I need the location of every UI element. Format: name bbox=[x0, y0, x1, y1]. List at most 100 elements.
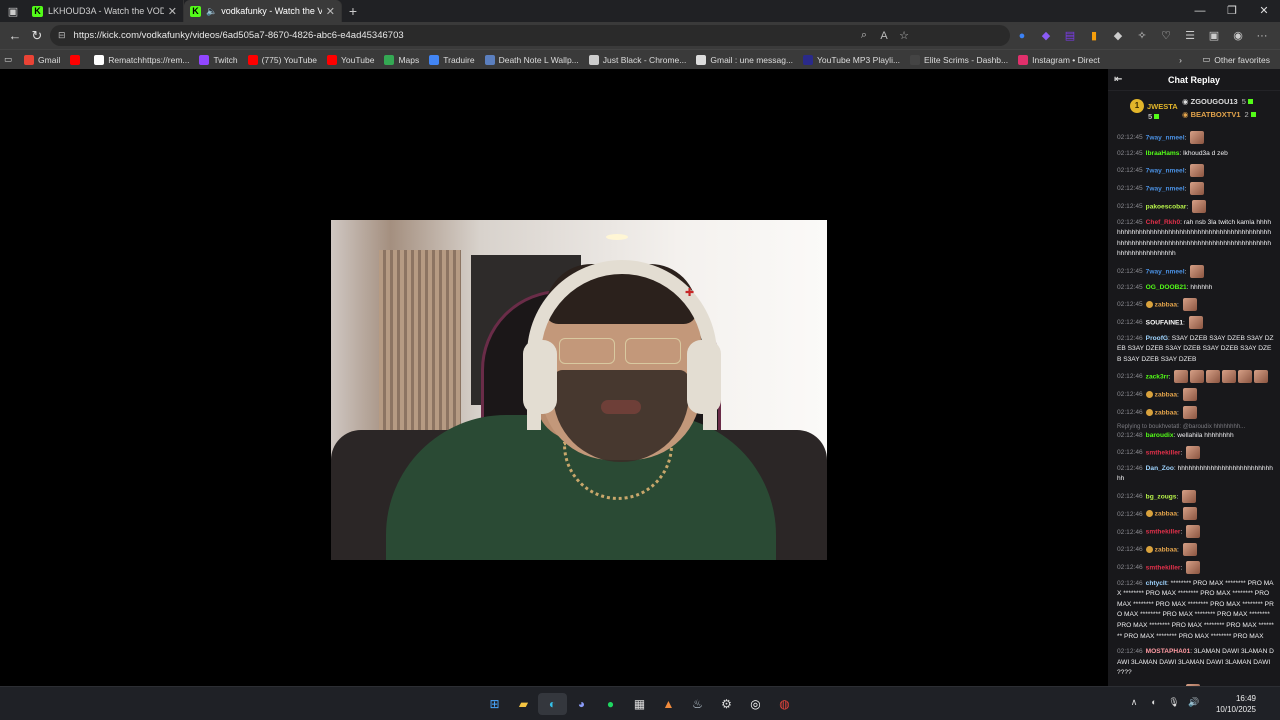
chat-username[interactable]: 7way_nmeel bbox=[1146, 185, 1185, 192]
close-window-icon[interactable]: ✕ bbox=[1248, 0, 1280, 22]
chat-username[interactable]: Dan_Zoo bbox=[1146, 465, 1174, 472]
bookmarks-menu-icon[interactable]: ▭ bbox=[4, 54, 12, 65]
edge-icon[interactable]: ◐ bbox=[538, 693, 567, 715]
favorites-icon[interactable]: ☰ bbox=[1178, 29, 1202, 42]
tray-app-icon[interactable]: ◐ bbox=[1144, 697, 1164, 708]
chat-username[interactable]: zabbaa bbox=[1155, 546, 1177, 553]
chat-username[interactable]: 7way_nmeel bbox=[1146, 167, 1185, 174]
extension-bar-icon[interactable]: ▤ bbox=[1058, 29, 1082, 42]
bookmark-item[interactable]: Instagram • Direct bbox=[1018, 54, 1100, 65]
chat-username[interactable]: baroudix bbox=[1146, 432, 1174, 439]
bookmark-item[interactable]: (775) YouTube bbox=[247, 54, 317, 65]
chat-message-list[interactable]: 02:12:45 7way_nmeel: 02:12:45 IbraaHams: l… bbox=[1108, 131, 1280, 686]
bookmark-item[interactable]: Gmail : une messag... bbox=[696, 54, 793, 65]
start-icon[interactable]: ⊞ bbox=[480, 693, 509, 715]
bookmarks-bar: ▭ Gmail Rematchhttps://rem... Twitch (775) … bbox=[0, 49, 1280, 69]
gifter-2[interactable]: ◉ ZGOUGOU13 5 bbox=[1182, 97, 1253, 106]
close-tab-icon[interactable]: ✕ bbox=[326, 5, 335, 18]
restore-icon[interactable]: ❐ bbox=[1216, 0, 1248, 22]
chat-username[interactable]: zabbaa bbox=[1155, 301, 1177, 308]
other-favorites-folder[interactable]: ▭ Other favorites bbox=[1202, 54, 1270, 65]
chat-username[interactable]: OG_DOOB21 bbox=[1146, 284, 1187, 291]
bookmark-item[interactable]: YouTube MP3 Playli... bbox=[803, 54, 900, 65]
chat-username[interactable]: smthekiller bbox=[1146, 564, 1181, 571]
chat-username[interactable]: bg_zougs bbox=[1146, 493, 1177, 500]
chevron-right-icon[interactable]: › bbox=[1179, 55, 1182, 65]
file-explorer-icon[interactable]: ▰ bbox=[509, 693, 538, 715]
chat-username[interactable]: zabbaa bbox=[1155, 511, 1177, 518]
chat-username[interactable]: SOUFAINE1 bbox=[1146, 319, 1183, 326]
clock[interactable]: 16:49 10/10/2025 bbox=[1216, 693, 1256, 715]
extensions-puzzle-icon[interactable]: ✧ bbox=[1130, 29, 1154, 42]
extension-orange-icon[interactable]: ▮ bbox=[1082, 29, 1106, 42]
video-player[interactable]: ✚ bbox=[0, 69, 1108, 686]
chat-username[interactable]: pakoescobar bbox=[1146, 203, 1187, 210]
extension-shield-icon[interactable]: ● bbox=[1010, 30, 1034, 42]
emote-icon bbox=[1186, 560, 1201, 574]
close-tab-icon[interactable]: ✕ bbox=[168, 5, 177, 18]
new-tab-button[interactable]: + bbox=[342, 3, 364, 19]
chat-username[interactable]: 7way_nmeel bbox=[1146, 268, 1185, 275]
bookmark-item[interactable]: Traduire bbox=[429, 54, 475, 65]
app-orange-icon[interactable]: ▲ bbox=[654, 693, 683, 715]
emote-icon bbox=[1186, 525, 1201, 539]
steam-icon[interactable]: ♨ bbox=[683, 693, 712, 715]
tab-vodkafunky[interactable]: K 🔈 vodkafunky - Watch the VOD ✕ bbox=[184, 0, 342, 22]
chat-username[interactable]: chtyclt bbox=[1146, 580, 1167, 587]
favorite-star-icon[interactable]: ☆ bbox=[894, 29, 914, 42]
more-menu-icon[interactable]: ··· bbox=[1250, 30, 1274, 42]
spotify-icon[interactable]: ● bbox=[596, 693, 625, 715]
url-text: https://kick.com/vodkafunky/videos/6ad50… bbox=[73, 30, 404, 41]
address-bar[interactable]: ⊟ https://kick.com/vodkafunky/videos/6ad… bbox=[50, 25, 1010, 46]
discord-icon[interactable]: ◕ bbox=[567, 693, 596, 715]
bookmark-item[interactable]: Death Note L Wallp... bbox=[484, 54, 579, 65]
chat-username[interactable]: 7way_nmeel bbox=[1146, 134, 1185, 141]
chrome-icon[interactable]: ◍ bbox=[770, 693, 799, 715]
gifter-1[interactable]: 1 JWESTA bbox=[1130, 99, 1178, 113]
minimize-icon[interactable]: — bbox=[1184, 0, 1216, 22]
collections-icon[interactable]: ▣ bbox=[1202, 29, 1226, 42]
chat-username[interactable]: ProofG bbox=[1146, 335, 1168, 342]
bookmark-item[interactable]: Just Black - Chrome... bbox=[588, 54, 686, 65]
reload-icon[interactable]: ↻ bbox=[26, 25, 48, 47]
volume-icon[interactable]: 🔊 bbox=[1184, 697, 1204, 708]
bookmark-item[interactable]: Rematchhttps://rem... bbox=[94, 54, 189, 65]
chat-username[interactable]: smthekiller bbox=[1146, 449, 1181, 456]
bookmark-item[interactable] bbox=[70, 54, 84, 65]
chat-username[interactable]: zabbaa bbox=[1155, 391, 1177, 398]
speaker-icon[interactable]: 🔈 bbox=[206, 6, 217, 17]
gifter-3[interactable]: ◉ BEATBOXTV1 2 bbox=[1182, 110, 1256, 119]
chat-username[interactable]: smthekiller bbox=[1146, 529, 1181, 536]
bookmark-item[interactable]: YouTube bbox=[327, 54, 374, 65]
extension-purple-icon[interactable]: ◆ bbox=[1034, 29, 1058, 42]
collapse-chat-icon[interactable]: ⇤ bbox=[1114, 74, 1122, 85]
tab-lkhoud3a[interactable]: K LKHOUD3A - Watch the VOD on ✕ bbox=[26, 0, 184, 22]
message-time: 02:12:46 bbox=[1117, 318, 1143, 326]
chat-message: 02:12:46 MOSTAPHA01: 3LAMAN DAWI 3LAMAN D… bbox=[1117, 648, 1274, 677]
chat-username[interactable]: Chef_Rkh0 bbox=[1146, 219, 1180, 226]
app-target-icon[interactable]: ◎ bbox=[741, 693, 770, 715]
bookmark-item[interactable]: Gmail bbox=[24, 54, 60, 65]
app-settings-icon[interactable]: ⚙ bbox=[712, 693, 741, 715]
store-icon[interactable]: ▦ bbox=[625, 693, 654, 715]
tab-actions-icon[interactable]: ▣ bbox=[0, 0, 26, 22]
profile-avatar-icon[interactable]: ◉ bbox=[1226, 29, 1250, 42]
site-info-icon[interactable]: ⊟ bbox=[58, 30, 66, 41]
back-icon[interactable]: ← bbox=[4, 25, 26, 47]
copilot-icon[interactable]: ◈ bbox=[1274, 29, 1280, 42]
message-time: 02:12:46 bbox=[1117, 510, 1143, 518]
zoom-icon[interactable]: ⌕ bbox=[854, 29, 874, 42]
chat-username[interactable]: IbraaHams bbox=[1146, 150, 1180, 157]
read-aloud-icon[interactable]: A bbox=[874, 30, 894, 42]
browser-essentials-icon[interactable]: ♡ bbox=[1154, 29, 1178, 42]
chat-username[interactable]: zack3rr bbox=[1146, 373, 1169, 380]
chat-username[interactable]: MOSTAPHA01 bbox=[1146, 648, 1191, 655]
emote-icon bbox=[1174, 370, 1189, 384]
bookmark-item[interactable]: Maps bbox=[384, 54, 419, 65]
chat-username[interactable]: zabbaa bbox=[1155, 409, 1177, 416]
microphone-icon[interactable]: 🎙 bbox=[1164, 697, 1184, 708]
extension-diamond-icon[interactable]: ◆ bbox=[1106, 29, 1130, 42]
show-hidden-icons-icon[interactable]: ∧ bbox=[1124, 697, 1144, 708]
bookmark-item[interactable]: Twitch bbox=[199, 54, 238, 65]
bookmark-item[interactable]: Elite Scrims - Dashb... bbox=[910, 54, 1008, 65]
